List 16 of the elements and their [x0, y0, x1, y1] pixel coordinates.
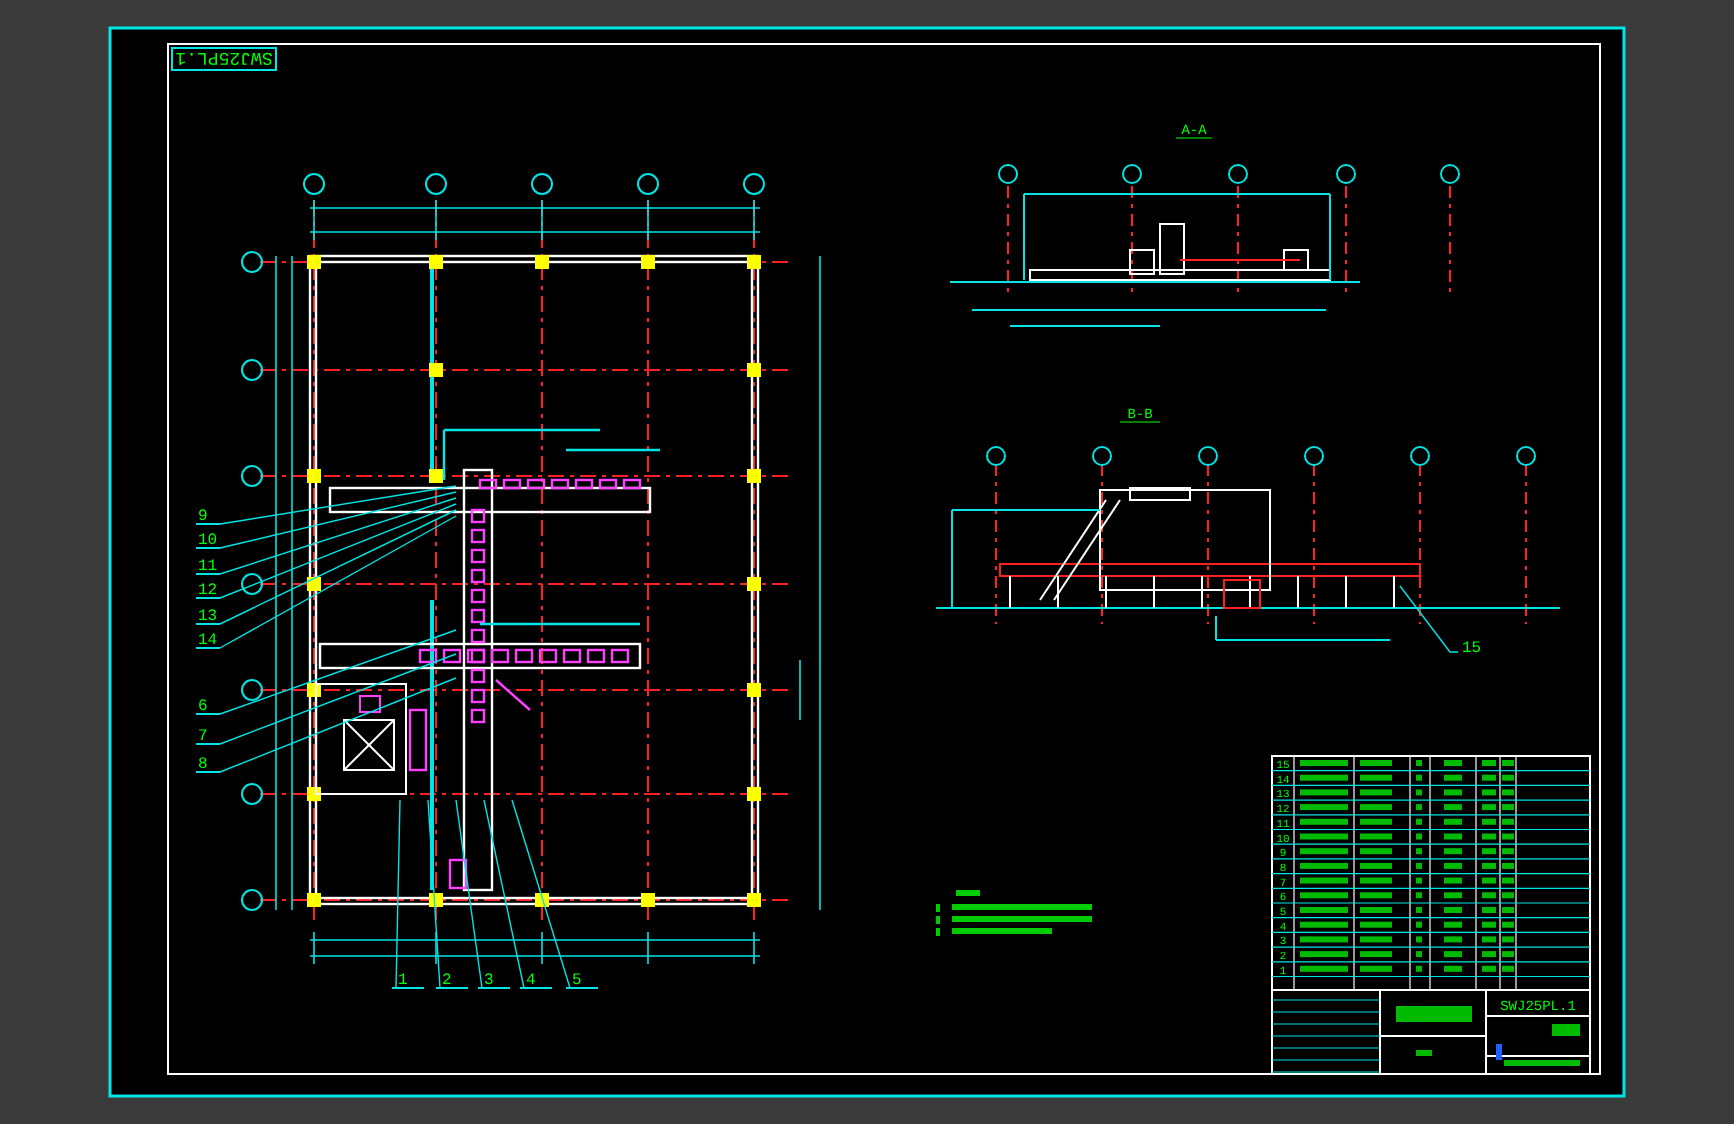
callout-number: 11	[198, 558, 218, 576]
sheet-tag: SWJ25PL.1	[171, 47, 277, 71]
callout-number: 9	[198, 508, 208, 526]
callout-number: 5	[572, 972, 582, 990]
callout-number: 1	[398, 972, 408, 990]
callout-number: 2	[442, 972, 452, 990]
callout-number: 6	[198, 698, 208, 716]
callout-number: 3	[484, 972, 494, 990]
callout-number: 12	[198, 582, 218, 600]
callout-number: 4	[526, 972, 536, 990]
callout-number: 14	[198, 632, 218, 650]
callout-number: 15	[1462, 640, 1482, 658]
callout-number: 8	[198, 756, 208, 774]
callout-number: 7	[198, 728, 208, 746]
callout-number: 10	[198, 532, 218, 550]
callout-number: 13	[198, 608, 218, 626]
